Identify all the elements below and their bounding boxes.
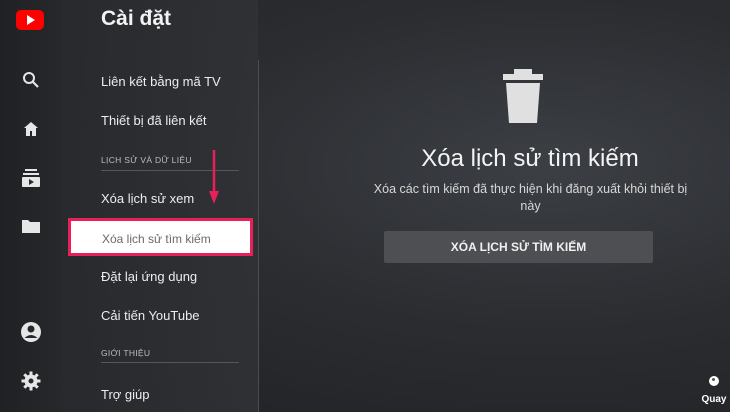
- annotation-arrow-icon: [209, 150, 219, 204]
- menu-item-improve-youtube[interactable]: Cải tiến YouTube: [101, 308, 200, 323]
- menu-item-label: Xóa lịch sử tìm kiếm: [102, 232, 211, 246]
- menu-item-reset-app[interactable]: Đặt lại ứng dụng: [101, 269, 197, 284]
- back-hint[interactable]: Quay: [700, 376, 728, 406]
- settings-menu: [62, 0, 258, 412]
- menu-item-help[interactable]: Trợ giúp: [101, 387, 150, 402]
- youtube-logo-icon[interactable]: [16, 10, 44, 30]
- menu-item-clear-search-history[interactable]: Xóa lịch sử tìm kiếm: [68, 218, 253, 256]
- home-icon[interactable]: [19, 117, 43, 141]
- back-label: Quay: [701, 394, 727, 405]
- menu-item-link-tv-code[interactable]: Liên kết bằng mã TV: [101, 74, 221, 89]
- nav-rail: [0, 0, 62, 412]
- trash-icon: [503, 69, 543, 123]
- subscriptions-icon[interactable]: [19, 166, 43, 190]
- account-icon[interactable]: [19, 320, 43, 344]
- search-icon[interactable]: [19, 68, 43, 92]
- menu-item-linked-devices[interactable]: Thiết bị đã liên kết: [101, 113, 207, 128]
- menu-divider: [258, 60, 259, 412]
- section-divider: [101, 362, 239, 363]
- page-title: Cài đặt: [101, 7, 172, 30]
- remote-back-icon: [709, 376, 719, 386]
- panel-description: Xóa các tìm kiếm đã thực hiện khi đăng x…: [373, 182, 688, 213]
- library-icon[interactable]: [19, 214, 43, 238]
- settings-icon[interactable]: [19, 369, 43, 393]
- section-about: GIỚI THIỆU: [101, 348, 151, 358]
- section-history-data: LỊCH SỬ VÀ DỮ LIỆU: [101, 155, 192, 165]
- panel-title: Xóa lịch sử tìm kiếm: [421, 145, 639, 172]
- clear-search-history-button[interactable]: XÓA LỊCH SỬ TÌM KIẾM: [384, 231, 653, 263]
- menu-item-clear-watch-history[interactable]: Xóa lịch sử xem: [101, 191, 194, 206]
